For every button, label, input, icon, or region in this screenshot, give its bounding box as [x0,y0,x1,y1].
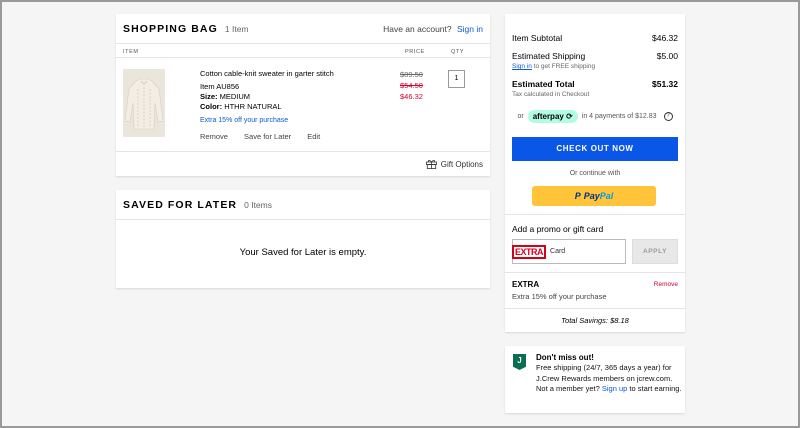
rewards-promo-panel: J Don't miss out! Free shipping (24/7, 3… [505,346,685,413]
info-icon[interactable]: ? [663,112,673,121]
subtotal-value: $46.32 [652,33,678,43]
shopping-bag-panel: SHOPPING BAG 1 Item Have an account? Sig… [116,14,490,176]
paypal-text-1: Pay [583,191,600,201]
extra-promo-logo: EXTRA [512,244,547,259]
product-image[interactable] [123,69,165,137]
bag-item-count: 1 Item [224,23,249,34]
sign-up-link[interactable]: Sign up [602,384,627,393]
col-item: ITEM [123,49,139,55]
total-row: Estimated Total $51.32 [512,79,678,89]
remove-item-button[interactable]: Remove [200,132,228,141]
afterpay-logo[interactable]: afterpay ⟳ [527,110,578,123]
promo-input-placeholder: Card [550,248,566,255]
summary-divider [505,272,685,273]
shipping-sign-in-link[interactable]: Sign in [512,63,532,70]
afterpay-row: or afterpay ⟳ in 4 payments of $12.83 ? [505,110,685,123]
paypal-text-2: Pal [599,191,614,201]
saved-for-later-panel: SAVED FOR LATER 0 Items Your Saved for L… [116,190,490,288]
shipping-label: Estimated Shipping [512,51,586,61]
afterpay-or: or [517,113,524,120]
shipping-note-text: to get FREE shipping [531,63,596,70]
price-original: $89.50 [400,70,423,79]
item-actions: Remove Save for Later Edit [200,132,334,141]
col-qty: QTY [451,49,465,55]
or-continue-text: Or continue with [569,170,621,177]
promo-code-input[interactable]: EXTRA Card [512,239,626,264]
quantity-select[interactable]: 1 [448,70,465,88]
size-label: Size: [200,92,218,101]
shopping-bag-header: SHOPPING BAG 1 Item Have an account? Sig… [116,14,490,44]
rewards-end: to start earning. [629,384,682,393]
edit-item-button[interactable]: Edit [307,132,320,141]
shopping-bag-title: SHOPPING BAG [123,22,218,35]
afterpay-logo-text: afterpay [532,112,564,121]
afterpay-text: in 4 payments of $12.83 [581,113,657,120]
paypal-icon: P [574,191,581,201]
item-promo-text: Extra 15% off your purchase [200,117,289,124]
shipping-value: $5.00 [656,51,678,61]
account-prompt: Have an account? Sign in [383,24,483,34]
order-summary-panel: Item Subtotal $46.32 Estimated Shipping … [505,14,685,332]
rewards-text: Free shipping (24/7, 365 days a year) fo… [536,363,682,395]
col-price: PRICE [405,49,425,55]
sign-in-link[interactable]: Sign in [457,24,483,34]
summary-divider [505,308,685,309]
rewards-title: Don't miss out! [536,353,594,362]
subtotal-row: Item Subtotal $46.32 [512,33,678,43]
saved-empty-message: Your Saved for Later is empty. [239,247,367,258]
total-savings: Total Savings: $8.18 [561,316,629,325]
price-final: $46.32 [400,92,423,101]
applied-promo-desc: Extra 15% off your purchase [512,292,607,301]
save-for-later-button[interactable]: Save for Later [244,132,291,141]
color-label: Color: [200,102,223,111]
applied-promo-name: EXTRA [512,280,540,289]
remove-promo-button[interactable]: Remove [654,281,678,288]
apply-button[interactable]: APPLY [632,239,678,264]
total-label: Estimated Total [512,79,575,89]
product-item-number: Item AU856 [200,82,240,91]
bag-column-headers: ITEM PRICE QTY [116,44,490,58]
gift-options-label: Gift Options [440,159,483,169]
promo-title: Add a promo or gift card [512,224,604,234]
product-size: Size: MEDIUM [200,92,250,101]
tax-note: Tax calculated in Checkout [512,91,590,98]
product-name[interactable]: Cotton cable-knit sweater in garter stit… [200,69,334,78]
gift-options-button[interactable]: Gift Options [425,159,483,169]
jcrew-rewards-icon: J [513,354,526,370]
checkout-button[interactable]: CHECK OUT NOW [512,137,678,161]
paypal-button[interactable]: P PayPal [532,186,656,206]
saved-item-count: 0 Items [244,199,272,210]
price-sale: $54.50 [400,81,423,90]
bag-item-row: Cotton cable-knit sweater in garter stit… [116,58,490,152]
color-value: HTHR NATURAL [224,102,282,111]
shipping-note: Sign in to get FREE shipping [512,63,595,70]
sweater-image-icon [123,69,165,137]
saved-title: SAVED FOR LATER [123,198,238,211]
total-value: $51.32 [652,79,678,89]
shipping-row: Estimated Shipping $5.00 [512,51,678,61]
saved-header: SAVED FOR LATER 0 Items [116,190,490,220]
gift-icon [425,160,437,169]
summary-divider [505,214,685,215]
item-prices: $89.50 $54.50 $46.32 [400,69,423,102]
account-prompt-text: Have an account? [383,23,452,34]
size-value: MEDIUM [219,92,251,101]
subtotal-label: Item Subtotal [512,33,563,43]
product-color: Color: HTHR NATURAL [200,102,282,111]
